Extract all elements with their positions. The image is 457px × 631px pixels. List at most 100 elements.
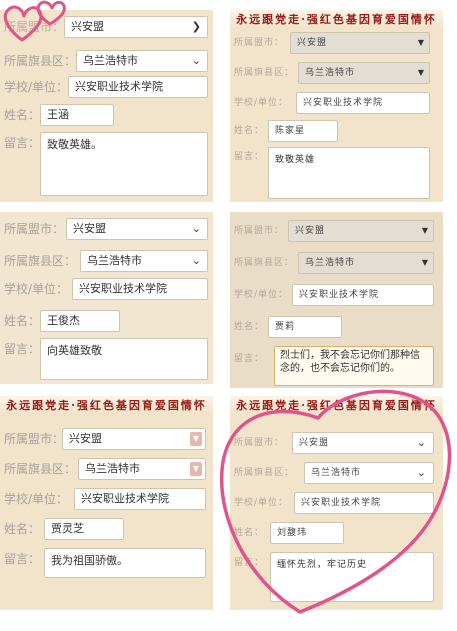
school-label: 学校/单位： <box>234 290 289 300</box>
name-label: 姓名： <box>234 126 265 136</box>
city-row: 所属盟市： 兴安盟 ⌄ <box>0 216 213 242</box>
county-select[interactable]: 乌兰浩特市 ⌄ <box>76 50 208 72</box>
city-value: 兴安盟 <box>299 438 330 448</box>
chevron-down-icon: ⌄ <box>416 466 427 479</box>
county-select[interactable]: 乌兰浩特市 ⌄ <box>304 462 434 484</box>
county-value: 乌兰浩特市 <box>85 462 140 475</box>
name-row: 姓名： 王俊杰 <box>0 308 213 334</box>
school-input[interactable]: 兴安职业技术学院 <box>292 284 434 306</box>
county-value: 乌兰浩特市 <box>87 254 142 267</box>
city-select[interactable]: 兴安盟 ▼ <box>290 32 430 54</box>
school-label: 学校/单位： <box>4 80 69 94</box>
name-row: 姓名： 刘馥玮 <box>230 520 443 546</box>
county-label: 所属旗县区： <box>234 468 295 478</box>
message-textarea[interactable]: 缅怀先烈，牢记历史 <box>270 552 434 602</box>
chevron-down-icon: ⌄ <box>191 54 201 67</box>
banner-title: 永远跟党走·强红色基因育爱国情怀 <box>230 396 443 416</box>
school-input[interactable]: 兴安职业技术学院 <box>72 278 208 300</box>
county-label: 所属旗县区： <box>4 462 77 476</box>
county-row: 所属旗县区： 乌兰浩特市 ▼ <box>230 250 443 276</box>
name-row: 姓名： 贾灵芝 <box>0 516 213 542</box>
city-row: 所属盟市： 兴安盟 ⌄ <box>230 430 443 456</box>
message-label: 留言： <box>234 558 265 568</box>
message-label: 留言： <box>4 342 41 356</box>
name-input[interactable]: 贾灵芝 <box>44 518 124 540</box>
name-input[interactable]: 贾莉 <box>268 316 342 338</box>
name-input[interactable]: 刘馥玮 <box>270 522 344 544</box>
school-row: 学校/单位： 兴安职业技术学院 <box>230 282 443 308</box>
school-input[interactable]: 兴安职业技术学院 <box>294 492 434 514</box>
county-row: 所属旗县区： 乌兰浩特市 ▼ <box>230 60 443 86</box>
county-select[interactable]: 乌兰浩特市 ▼ <box>298 252 434 274</box>
name-row: 姓名： 陈家星 <box>230 118 443 144</box>
banner-title: 永远跟党走·强红色基因育爱国情怀 <box>230 10 443 30</box>
name-input[interactable]: 陈家星 <box>268 120 338 142</box>
school-row: 学校/单位： 兴安职业技术学院 <box>230 490 443 516</box>
form-panel-1: 所属盟市： 兴安盟 ❯ 所属旗县区： 乌兰浩特市 ⌄ 学校/单位： 兴安职业技术… <box>0 10 213 202</box>
school-row: 学校/单位： 兴安职业技术学院 <box>0 74 213 100</box>
city-row: 所属盟市： 兴安盟 ❯ <box>0 14 213 40</box>
school-input[interactable]: 兴安职业技术学院 <box>296 92 430 114</box>
county-row: 所属旗县区： 乌兰浩特市 ⌄ <box>0 48 213 74</box>
name-label: 姓名： <box>4 108 41 122</box>
form-panel-3: 所属盟市： 兴安盟 ⌄ 所属旗县区： 乌兰浩特市 ⌄ 学校/单位： 兴安职业技术… <box>0 212 213 384</box>
message-textarea[interactable]: 致敬英雄 <box>268 147 430 199</box>
school-label: 学校/单位： <box>234 498 289 508</box>
message-textarea[interactable]: 烈士们，我不会忘记你们那种信念的，也不会忘记你们的。 <box>274 346 434 386</box>
city-value: 兴安盟 <box>71 20 104 33</box>
name-row: 姓名： 王涵 <box>0 102 213 128</box>
city-label: 所属盟市： <box>4 222 65 236</box>
chevron-down-icon: ⌄ <box>191 254 201 267</box>
chevron-down-icon: ▼ <box>417 38 425 47</box>
chevron-down-icon: ▼ <box>421 226 429 235</box>
county-row: 所属旗县区： 乌兰浩特市 ⌄ <box>230 460 443 486</box>
message-textarea[interactable]: 致敬英雄。 <box>40 132 208 196</box>
county-value: 乌兰浩特市 <box>311 468 362 478</box>
chevron-down-icon: ⌄ <box>416 436 427 449</box>
city-label: 所属盟市： <box>4 432 65 446</box>
school-input[interactable]: 兴安职业技术学院 <box>74 488 206 510</box>
city-label: 所属盟市： <box>234 38 285 48</box>
chevron-down-icon: ▼ <box>190 462 202 476</box>
city-value: 兴安盟 <box>297 38 328 48</box>
form-panel-4: 所属盟市： 兴安盟 ▼ 所属旗县区： 乌兰浩特市 ▼ 学校/单位： 兴安职业技术… <box>230 212 443 388</box>
name-input[interactable]: 王俊杰 <box>40 310 120 332</box>
message-label: 留言： <box>234 152 265 162</box>
message-textarea[interactable]: 向英雄致敬 <box>40 338 208 380</box>
school-row: 学校/单位： 兴安职业技术学院 <box>230 90 443 116</box>
county-value: 乌兰浩特市 <box>83 54 138 67</box>
city-select[interactable]: 兴安盟 ⌄ <box>66 218 208 240</box>
school-row: 学校/单位： 兴安职业技术学院 <box>0 486 213 512</box>
name-label: 姓名： <box>234 528 265 538</box>
city-select[interactable]: 兴安盟 ❯ <box>64 16 208 38</box>
city-select[interactable]: 兴安盟 ▼ <box>62 428 206 450</box>
county-value: 乌兰浩特市 <box>305 68 356 78</box>
county-label: 所属旗县区： <box>4 254 77 268</box>
city-value: 兴安盟 <box>73 222 106 235</box>
message-label: 留言： <box>4 136 41 150</box>
name-label: 姓名： <box>234 322 265 332</box>
city-value: 兴安盟 <box>69 432 102 445</box>
chevron-down-icon: ▼ <box>190 432 202 446</box>
city-row: 所属盟市： 兴安盟 ▼ <box>0 426 213 452</box>
school-label: 学校/单位： <box>4 282 69 296</box>
name-input[interactable]: 王涵 <box>40 104 114 126</box>
county-select[interactable]: 乌兰浩特市 ▼ <box>78 458 206 480</box>
chevron-down-icon: ▼ <box>417 68 425 77</box>
school-label: 学校/单位： <box>4 492 69 506</box>
form-panel-6: 永远跟党走·强红色基因育爱国情怀 所属盟市： 兴安盟 ⌄ 所属旗县区： 乌兰浩特… <box>230 396 443 610</box>
school-input[interactable]: 兴安职业技术学院 <box>68 76 208 98</box>
chevron-down-icon: ▼ <box>421 258 429 267</box>
chevron-down-icon: ❯ <box>191 20 201 33</box>
county-select[interactable]: 乌兰浩特市 ⌄ <box>80 250 208 272</box>
message-label: 留言： <box>4 552 41 566</box>
city-select[interactable]: 兴安盟 ⌄ <box>292 432 434 454</box>
county-select[interactable]: 乌兰浩特市 ▼ <box>298 62 430 84</box>
city-select[interactable]: 兴安盟 ▼ <box>288 220 434 242</box>
name-label: 姓名： <box>4 314 41 328</box>
message-textarea[interactable]: 我为祖国骄傲。 <box>44 548 206 578</box>
city-row: 所属盟市： 兴安盟 ▼ <box>230 218 443 244</box>
city-label: 所属盟市： <box>4 20 65 34</box>
school-row: 学校/单位： 兴安职业技术学院 <box>0 276 213 302</box>
county-label: 所属旗县区： <box>4 54 77 68</box>
